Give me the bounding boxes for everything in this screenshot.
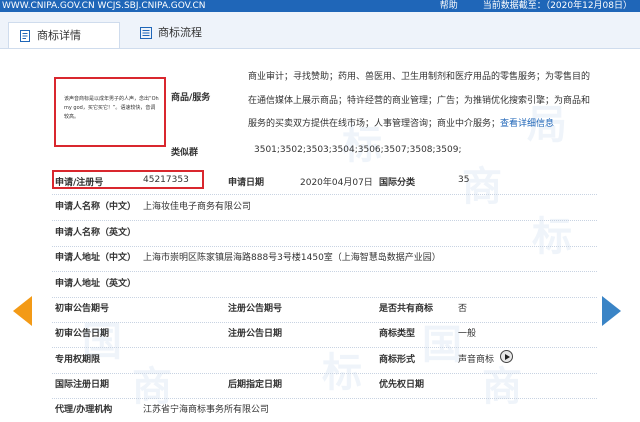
similar-group-label: 类似群 [171,148,199,158]
registration-number-value: 45217353 [143,175,189,185]
reg-pub-no-label: 注册公告期号 [228,304,283,314]
registration-number-label: 申请/注册号 [55,178,104,188]
divider [52,220,597,221]
tab-trademark-details[interactable]: 商标详情 [8,22,120,48]
tab-label: 商标流程 [158,26,202,39]
watermark-char: 国 [422,322,462,368]
divider [52,347,597,348]
divider [52,322,597,323]
divider [52,297,597,298]
divider [52,246,597,247]
first-pub-no-label: 初审公告期号 [55,304,110,314]
priority-date-label: 优先权日期 [379,380,425,390]
later-designation-date-label: 后期指定日期 [228,380,283,390]
list-icon [140,27,152,39]
applicant-en-label: 申请人名称（英文） [55,228,137,238]
divider [52,271,597,272]
applicant-cn-label: 申请人名称（中文） [55,202,137,212]
application-date-value: 2020年04月07日 [300,178,373,188]
divider [52,194,597,195]
sound-description: 该声音商标是以成年男子的人声，念出“Oh my god，买它买它！”。语速较快，… [64,96,159,120]
first-pub-date-label: 初审公告日期 [55,329,110,339]
watermark-char: 标 [532,214,572,260]
site-urls: WWW.CNIPA.GOV.CN WCJS.SBJ.CNIPA.GOV.CN [2,1,206,11]
trademark-form-value: 声音商标 [458,355,495,365]
goods-services-label: 商品/服务 [171,93,211,103]
application-date-label: 申请日期 [228,178,265,188]
intl-reg-date-label: 国际注册日期 [55,380,110,390]
address-cn-label: 申请人地址（中文） [55,253,137,263]
similar-group-value: 3501;3502;3503;3504;3506;3507;3508;3509; [254,145,462,155]
top-bar: WWW.CNIPA.GOV.CN WCJS.SBJ.CNIPA.GOV.CN 帮… [0,0,640,12]
data-date: 当前数据截至：（2020年12月08日） [482,1,632,11]
document-icon [20,30,30,42]
trademark-detail-panel: 标 局 商 标 国 商 标 国 商 该声音商标是以成年男子的人声，念出“Oh m… [42,54,602,422]
intl-class-value: 35 [458,175,470,185]
reg-pub-date-label: 注册公告日期 [228,329,283,339]
tab-label: 商标详情 [37,29,81,42]
tab-bar: 商标详情 商标流程 [0,12,640,49]
next-arrow-icon[interactable] [602,296,621,326]
shared-trademark-label: 是否共有商标 [379,304,434,314]
agent-label: 代理/办理机构 [55,405,113,415]
divider [52,398,597,399]
divider [52,373,597,374]
trademark-type-value: 一般 [458,329,477,339]
help-link[interactable]: 帮助 [440,1,458,11]
sound-description-box: 该声音商标是以成年男子的人声，念出“Oh my god，买它买它！”。语速较快，… [54,77,166,147]
tab-trademark-process[interactable]: 商标流程 [130,20,240,46]
agent-value: 江苏省宁海商标事务所有限公司 [143,405,270,415]
view-details-link[interactable]: 查看详细信息 [500,119,554,129]
watermark-char: 标 [322,350,362,396]
exclusive-period-label: 专用权期限 [55,355,101,365]
applicant-cn-value: 上海妆佳电子商务有限公司 [143,202,252,212]
play-audio-icon[interactable] [500,350,513,363]
goods-services-value: 商业审计；寻找赞助；药用、兽医用、卫生用制剂和医疗用品的零售服务；为零售目的在通… [248,66,594,137]
address-cn-value: 上海市崇明区陈家镇层海路888号3号楼1450室（上海智慧岛数据产业园） [143,253,441,263]
intl-class-label: 国际分类 [379,178,416,188]
trademark-type-label: 商标类型 [379,329,416,339]
shared-trademark-value: 否 [458,304,468,314]
previous-arrow-icon[interactable] [13,296,32,326]
trademark-form-label: 商标形式 [379,355,416,365]
address-en-label: 申请人地址（英文） [55,279,137,289]
top-bar-right: 帮助 当前数据截至：（2020年12月08日） [440,0,632,12]
